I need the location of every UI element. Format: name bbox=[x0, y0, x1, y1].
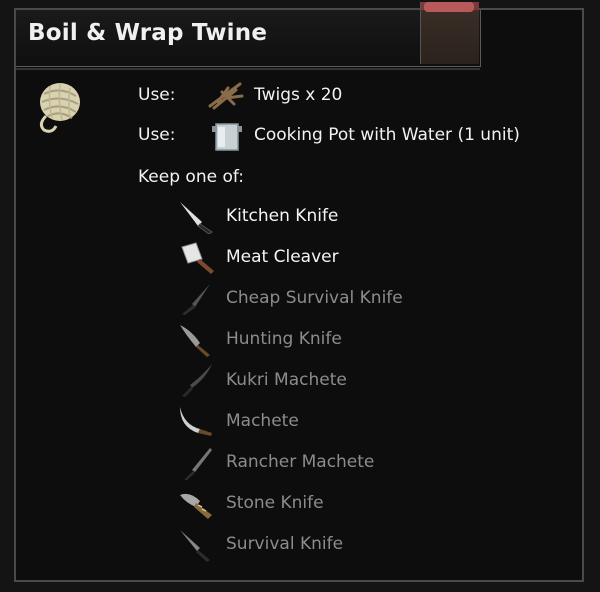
tool-name: Kitchen Knife bbox=[226, 206, 339, 226]
tool-cheap-survival-knife: Cheap Survival Knife bbox=[176, 280, 403, 316]
tool-name: Kukri Machete bbox=[226, 370, 347, 390]
title-divider bbox=[16, 68, 480, 70]
kitchen-knife-icon bbox=[180, 202, 213, 234]
tool-name: Cheap Survival Knife bbox=[226, 288, 403, 308]
ingredient-name: Cooking Pot with Water (1 unit) bbox=[254, 125, 520, 145]
recipe-tooltip: Boil & Wrap Twine Use: Twigs x 20 Use: C… bbox=[14, 2, 584, 582]
use-label: Use: bbox=[138, 85, 176, 105]
twigs-icon bbox=[208, 82, 244, 110]
ingredient-row-cooking-pot: Use: Cooking Pot with Water (1 unit) bbox=[138, 118, 520, 152]
cheap-survival-knife-icon bbox=[182, 284, 210, 315]
title-bar: Boil & Wrap Twine bbox=[16, 2, 481, 67]
tool-name: Rancher Machete bbox=[226, 452, 375, 472]
machete-icon bbox=[180, 407, 212, 436]
ingredient-row-twigs: Use: Twigs x 20 bbox=[138, 78, 342, 112]
tool-machete: Machete bbox=[176, 403, 299, 439]
tool-hunting-knife: Hunting Knife bbox=[176, 321, 342, 357]
tool-name: Machete bbox=[226, 411, 299, 431]
meat-cleaver-icon bbox=[181, 242, 214, 274]
stone-knife-icon bbox=[180, 493, 212, 519]
rancher-machete-icon bbox=[184, 448, 212, 480]
tool-name: Hunting Knife bbox=[226, 329, 342, 349]
tool-kitchen-knife: Kitchen Knife bbox=[176, 198, 338, 234]
hunting-knife-icon bbox=[180, 325, 210, 357]
keep-one-of-label: Keep one of: bbox=[138, 167, 244, 187]
use-label: Use: bbox=[138, 125, 176, 145]
survival-knife-icon bbox=[180, 530, 210, 562]
kukri-machete-icon bbox=[182, 364, 212, 397]
tool-name: Stone Knife bbox=[226, 493, 324, 513]
recipe-title: Boil & Wrap Twine bbox=[28, 20, 268, 46]
tool-name: Survival Knife bbox=[226, 534, 344, 554]
tool-kukri-machete: Kukri Machete bbox=[176, 362, 347, 398]
tool-rancher-machete: Rancher Machete bbox=[176, 444, 374, 480]
tool-survival-knife: Survival Knife bbox=[176, 526, 343, 562]
twine-icon bbox=[39, 83, 80, 133]
tool-stone-knife: Stone Knife bbox=[176, 485, 324, 521]
ingredient-name: Twigs x 20 bbox=[254, 85, 343, 105]
tool-name: Meat Cleaver bbox=[226, 247, 339, 267]
tool-meat-cleaver: Meat Cleaver bbox=[176, 239, 339, 275]
cooking-pot-icon bbox=[212, 123, 242, 151]
background-item-accent bbox=[424, 2, 474, 12]
